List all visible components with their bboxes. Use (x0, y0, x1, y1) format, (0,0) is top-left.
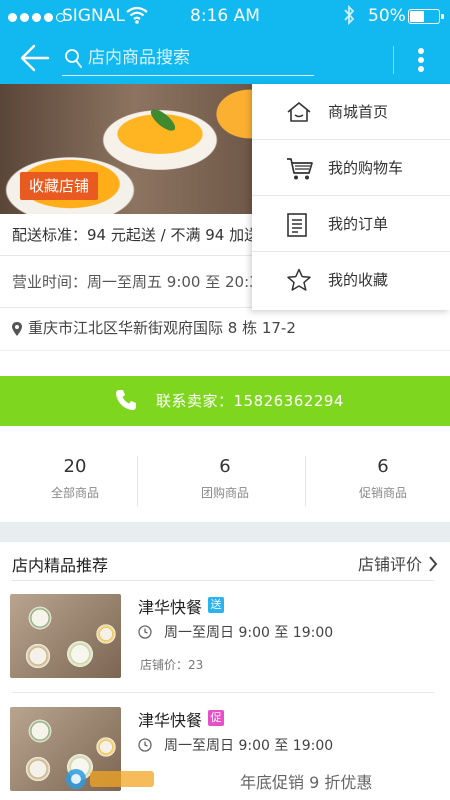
menu-item-label: 我的购物车 (328, 159, 404, 177)
location-pin-icon (12, 322, 22, 336)
count-value: 20 (63, 456, 87, 477)
status-bar: SIGNAL 8:16 AM 50% (0, 0, 450, 34)
spacer (0, 350, 450, 376)
promo-tag-badge: 促 (208, 710, 224, 726)
count-value: 6 (377, 456, 389, 477)
star-icon (287, 268, 311, 291)
banner-leaf-decoration (147, 105, 179, 135)
favorite-shop-button[interactable]: 收藏店铺 (20, 172, 98, 200)
menu-item-cart[interactable]: 我的购物车 (252, 140, 450, 196)
clock-icon (138, 738, 152, 752)
header-divider (393, 46, 394, 74)
product-hours: 周一至周日 9:00 至 19:00 (164, 738, 334, 754)
search-icon (65, 49, 82, 68)
count-label: 全部商品 (50, 486, 99, 500)
clock-icon (138, 625, 152, 639)
search-input[interactable] (88, 44, 308, 72)
count-label: 促销商品 (358, 486, 407, 500)
product-name: 津华快餐 (138, 598, 203, 617)
product-item[interactable]: 津华快餐 送 周一至周日 9:00 至 19:00 店铺价：23 (0, 580, 450, 680)
shop-rating-link[interactable]: 店铺评价 (358, 551, 422, 575)
address-text: 重庆市江北区华新街观府国际 8 栋 17-2 (28, 319, 296, 337)
section-spacer (0, 522, 450, 542)
product-name: 津华快餐 (138, 711, 203, 730)
recommend-header: 店内精品推荐 店铺评价 (0, 542, 450, 580)
site-watermark-logo (66, 769, 154, 789)
contact-text: 联系卖家：15826362294 (156, 392, 344, 410)
menu-item-mall-home[interactable]: 商城首页 (252, 84, 450, 140)
count-value: 6 (219, 456, 231, 477)
product-price: 店铺价：23 (140, 658, 204, 672)
divider (305, 456, 306, 506)
cart-icon (287, 158, 313, 180)
search-box[interactable] (62, 44, 314, 76)
home-icon (287, 102, 311, 122)
menu-item-orders[interactable]: 我的订单 (252, 196, 450, 252)
menu-item-label: 商城首页 (328, 103, 389, 121)
order-icon (287, 213, 307, 237)
top-bar (0, 34, 450, 84)
product-thumbnail (10, 594, 121, 678)
product-hours: 周一至周日 9:00 至 19:00 (164, 625, 334, 641)
bluetooth-icon (344, 4, 355, 26)
recommend-title: 店内精品推荐 (12, 556, 109, 575)
count-group-products[interactable]: 6 团购商品 (150, 426, 300, 522)
battery-percent: 50% (368, 6, 406, 26)
divider (137, 456, 138, 506)
delivery-tag-badge: 送 (208, 597, 224, 613)
count-all-products[interactable]: 20 全部商品 (0, 426, 150, 522)
battery-icon (408, 9, 444, 24)
hours-text: 营业时间：周一至周五 9:00 至 20:30 (12, 273, 269, 291)
count-promo-products[interactable]: 6 促销商品 (308, 426, 450, 522)
menu-item-label: 我的订单 (328, 215, 389, 233)
more-menu-icon[interactable] (410, 46, 432, 74)
chevron-right-icon[interactable] (428, 556, 438, 572)
product-promo: 年底促销 9 折优惠 (240, 773, 373, 792)
menu-item-favorites[interactable]: 我的收藏 (252, 252, 450, 308)
back-arrow-icon[interactable] (18, 40, 50, 76)
address-row: 重庆市江北区华新街观府国际 8 栋 17-2 (0, 308, 450, 350)
contact-seller-button[interactable]: 联系卖家：15826362294 (0, 376, 450, 426)
product-counts: 20 全部商品 6 团购商品 6 促销商品 (0, 426, 450, 522)
menu-item-label: 我的收藏 (328, 271, 389, 289)
overflow-dropdown-menu: 商城首页 我的购物车 我的订单 我的收藏 (252, 84, 450, 310)
recommend-section: 店内精品推荐 店铺评价 津华快餐 送 周一至周日 9:00 至 19:00 店铺… (0, 542, 450, 800)
phone-icon (116, 390, 136, 410)
count-label: 团购商品 (200, 486, 249, 500)
